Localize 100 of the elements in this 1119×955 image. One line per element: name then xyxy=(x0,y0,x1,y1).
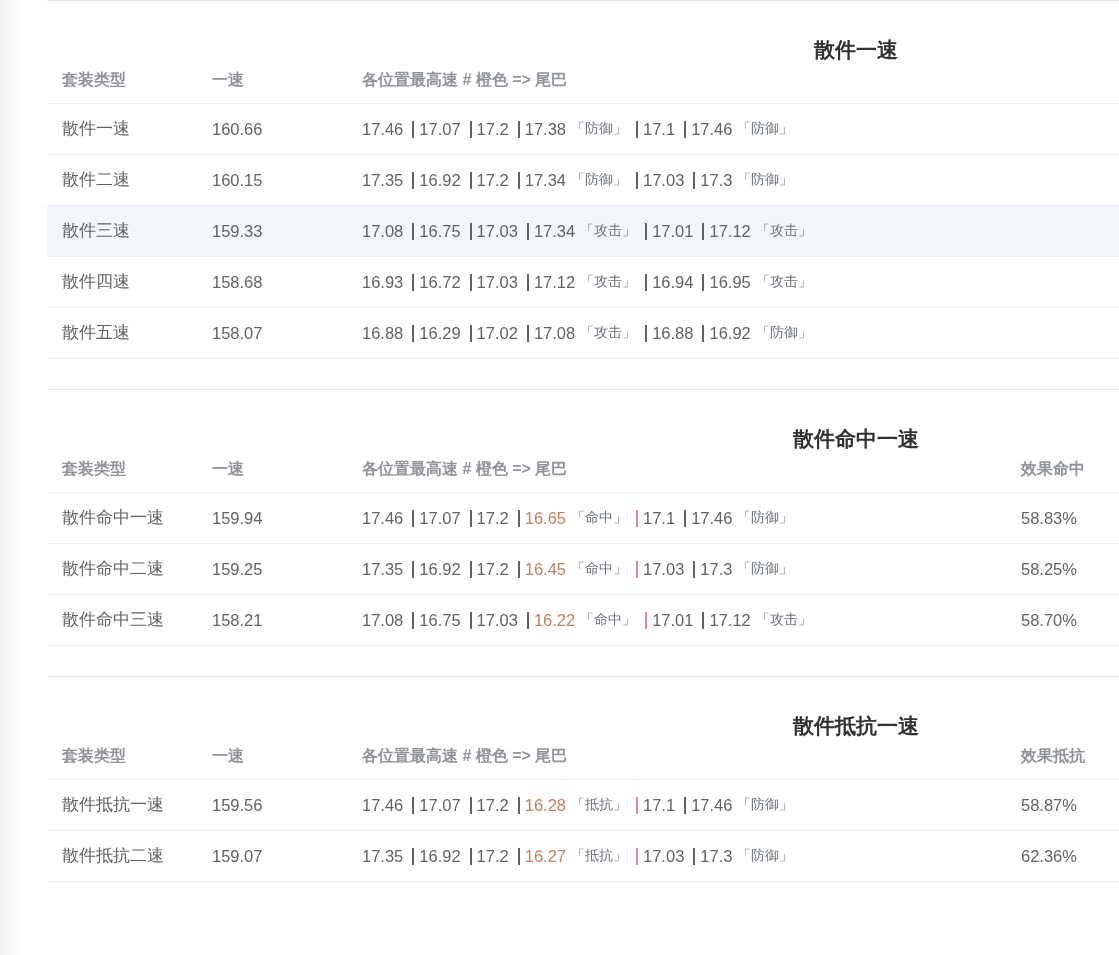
section-title: 散件一速 xyxy=(812,37,899,63)
speed-value: 17.07 xyxy=(419,795,461,815)
speed-value: 17.08 xyxy=(533,323,576,343)
table-cell-text: 159.56 xyxy=(211,795,264,815)
speed-value: 17.03 xyxy=(643,559,685,579)
column-header: 一速 xyxy=(211,459,245,479)
speed-value: 17.46 xyxy=(362,795,404,815)
stat-tag: 「攻击」 xyxy=(755,273,812,291)
speed-value: 17.46 xyxy=(362,508,404,528)
speed-value: 17.03 xyxy=(643,846,685,866)
speed-value: 17.38 xyxy=(524,119,566,139)
speed-value: 17.34 xyxy=(524,170,566,190)
speed-value: 16.88 xyxy=(362,323,404,343)
stat-tag: 「防御」 xyxy=(737,560,794,578)
speed-value: 17.1 xyxy=(643,119,676,139)
column-header: 各位置最高速 # 橙色 => 尾巴 xyxy=(361,746,569,766)
speed-value: 17.35 xyxy=(362,846,404,866)
speed-value: 17.3 xyxy=(700,170,733,190)
speed-value: 17.35 xyxy=(362,170,404,190)
stat-tag: 「防御」 xyxy=(737,171,794,189)
speed-value: 17.2 xyxy=(476,846,509,866)
stat-tag: 「防御」 xyxy=(737,120,794,138)
speed-value: 16.45 xyxy=(524,559,566,579)
speed-value: 17.46 xyxy=(691,795,733,815)
speed-value: 17.03 xyxy=(476,221,518,241)
speed-value: 17.03 xyxy=(476,610,518,630)
speed-value: 17.1 xyxy=(643,508,676,528)
stat-tag: 「攻击」 xyxy=(755,222,812,240)
speed-value: 17.35 xyxy=(362,559,404,579)
stat-tag: 「防御」 xyxy=(737,847,794,865)
table-cell-text: 散件抵抗二速 xyxy=(61,845,165,866)
speed-value: 17.02 xyxy=(476,323,518,343)
column-header: 效果抵抗 xyxy=(1020,746,1086,766)
table-cell-text: 160.15 xyxy=(211,170,264,190)
speed-value: 16.22 xyxy=(533,610,576,630)
speed-value: 16.72 xyxy=(419,272,461,292)
speed-value: 16.92 xyxy=(419,559,461,579)
speed-value: 17.2 xyxy=(476,508,509,528)
speed-value: 17.12 xyxy=(709,221,751,241)
speed-value: 17.46 xyxy=(362,119,404,139)
speed-value: 16.28 xyxy=(524,795,566,815)
speed-value: 16.29 xyxy=(419,323,461,343)
column-header: 一速 xyxy=(211,746,245,766)
table-cell-text: 散件三速 xyxy=(61,220,131,241)
speed-value: 16.92 xyxy=(419,170,461,190)
table-cell-text: 58.87% xyxy=(1020,795,1078,815)
column-header: 各位置最高速 # 橙色 => 尾巴 xyxy=(361,70,569,90)
speed-value: 16.92 xyxy=(709,323,751,343)
table-cell-text: 158.68 xyxy=(211,272,264,292)
stat-tag: 「攻击」 xyxy=(580,222,637,240)
speed-value: 16.95 xyxy=(709,272,751,292)
stat-tag: 「防御」 xyxy=(571,120,627,138)
speed-value: 17.12 xyxy=(709,610,751,630)
stat-tag: 「命中」 xyxy=(571,509,627,527)
speed-value: 17.2 xyxy=(476,795,509,815)
speed-value: 17.34 xyxy=(533,221,576,241)
table-cell-text: 散件一速 xyxy=(61,118,131,139)
column-header: 各位置最高速 # 橙色 => 尾巴 xyxy=(361,459,569,479)
speed-value: 17.07 xyxy=(419,119,461,139)
speed-value: 16.65 xyxy=(524,508,566,528)
speed-value: 17.2 xyxy=(476,119,509,139)
speed-value: 17.2 xyxy=(476,559,509,579)
table-cell-text: 58.83% xyxy=(1020,508,1078,528)
table-cell-text: 58.70% xyxy=(1020,610,1078,630)
stat-tag: 「命中」 xyxy=(580,611,637,629)
speed-value: 17.3 xyxy=(700,559,733,579)
column-header: 一速 xyxy=(211,70,245,90)
speed-value: 17.01 xyxy=(652,221,694,241)
speed-value: 17.08 xyxy=(362,221,404,241)
speed-value: 17.12 xyxy=(533,272,576,292)
table-cell-text: 58.25% xyxy=(1020,559,1078,579)
speed-value: 17.03 xyxy=(476,272,518,292)
stat-tag: 「抵抗」 xyxy=(571,847,627,865)
table-cell-text: 158.21 xyxy=(211,610,264,630)
table-cell-text: 散件命中三速 xyxy=(61,609,165,630)
table-cell-text: 散件五速 xyxy=(61,322,131,343)
table-cell-text: 158.07 xyxy=(211,323,264,343)
table-cell-text: 159.33 xyxy=(211,221,264,241)
speed-value: 17.46 xyxy=(691,119,733,139)
speed-value: 17.3 xyxy=(700,846,733,866)
speed-value: 16.88 xyxy=(652,323,694,343)
table-cell-text: 160.66 xyxy=(211,119,264,139)
table-cell-text: 散件四速 xyxy=(61,271,131,292)
stat-tag: 「抵抗」 xyxy=(571,796,627,814)
speed-value: 16.27 xyxy=(524,846,566,866)
table-cell-text: 159.94 xyxy=(211,508,264,528)
speed-value: 16.94 xyxy=(652,272,694,292)
table-cell-text: 62.36% xyxy=(1020,846,1078,866)
speed-value: 17.03 xyxy=(643,170,685,190)
stat-tag: 「攻击」 xyxy=(580,273,637,291)
stat-tag: 「防御」 xyxy=(737,509,794,527)
speed-value: 16.93 xyxy=(362,272,404,292)
table-cell-text: 159.07 xyxy=(211,846,264,866)
stat-tag: 「防御」 xyxy=(737,796,794,814)
column-header: 套装类型 xyxy=(61,459,127,479)
column-header: 套装类型 xyxy=(61,746,127,766)
column-header: 套装类型 xyxy=(61,70,127,90)
stat-tag: 「防御」 xyxy=(755,324,812,342)
speed-value: 17.07 xyxy=(419,508,461,528)
speed-value: 17.1 xyxy=(643,795,676,815)
